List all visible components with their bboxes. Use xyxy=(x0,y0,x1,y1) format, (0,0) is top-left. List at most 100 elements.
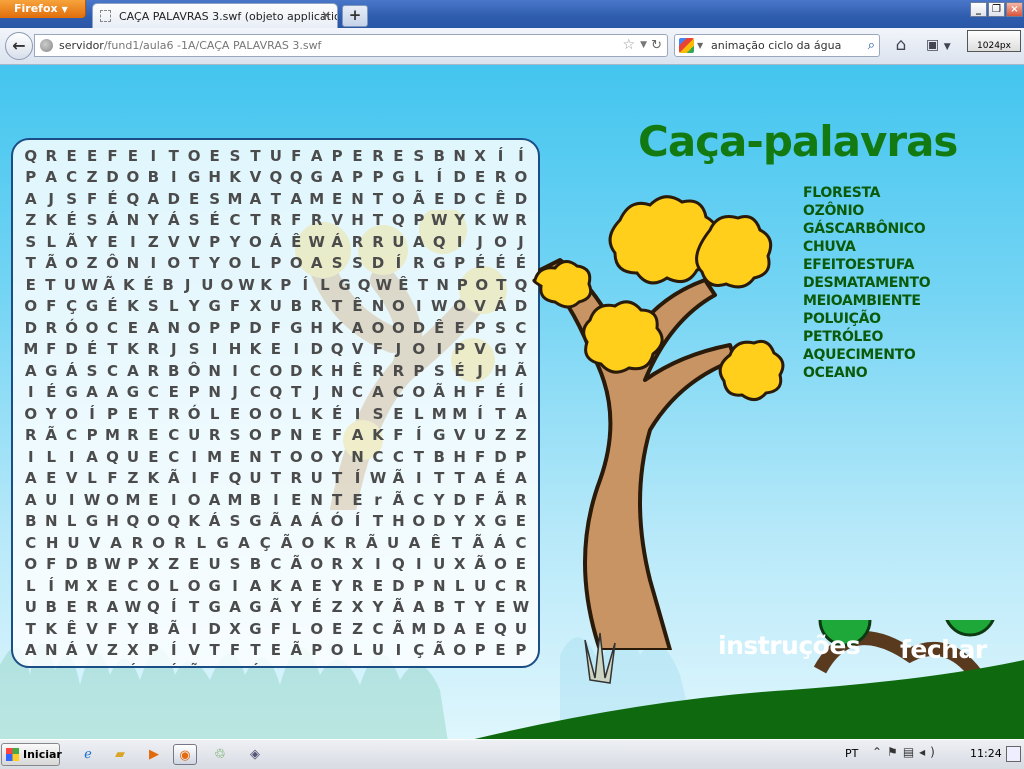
grid-letter[interactable]: A xyxy=(246,190,266,208)
grid-letter[interactable]: O xyxy=(429,663,449,666)
grid-letter[interactable]: I xyxy=(225,577,245,595)
grid-letter[interactable]: T xyxy=(266,190,286,208)
grid-letter[interactable]: V xyxy=(82,620,102,638)
grid-letter[interactable]: S xyxy=(21,233,41,251)
grid-letter[interactable]: M xyxy=(103,426,123,444)
grid-letter[interactable]: V xyxy=(327,211,347,229)
grid-letter[interactable]: Q xyxy=(511,276,531,294)
grid-letter[interactable]: É xyxy=(246,663,266,666)
grid-letter[interactable]: E xyxy=(348,663,368,666)
grid-letter[interactable]: S xyxy=(225,555,245,573)
grid-letter[interactable]: W xyxy=(80,276,100,294)
grid-letter[interactable]: Ê xyxy=(429,319,449,337)
grid-letter[interactable]: Ã xyxy=(511,362,531,380)
grid-letter[interactable]: R xyxy=(144,340,164,358)
grid-letter[interactable]: E xyxy=(62,598,82,616)
grid-letter[interactable]: É xyxy=(491,254,511,272)
grid-letter[interactable]: L xyxy=(21,577,41,595)
grid-letter[interactable]: F xyxy=(286,211,306,229)
grid-letter[interactable]: O xyxy=(184,491,204,509)
grid-letter[interactable]: Ã xyxy=(429,641,449,659)
grid-letter[interactable]: Ã xyxy=(286,555,306,573)
grid-letter[interactable]: Á xyxy=(103,211,123,229)
grid-letter[interactable]: P xyxy=(276,276,296,294)
grid-letter[interactable]: E xyxy=(184,555,204,573)
grid-letter[interactable]: A xyxy=(307,254,327,272)
grid-letter[interactable]: Ê xyxy=(286,233,306,251)
grid-letter[interactable]: Y xyxy=(327,448,347,466)
grid-letter[interactable]: C xyxy=(348,383,368,401)
grid-letter[interactable]: P xyxy=(450,254,470,272)
grid-letter[interactable]: É xyxy=(327,405,347,423)
grid-letter[interactable]: J xyxy=(470,362,490,380)
grid-letter[interactable]: Á xyxy=(62,362,82,380)
grid-letter[interactable]: E xyxy=(450,319,470,337)
grid-letter[interactable]: A xyxy=(225,598,245,616)
grid-letter[interactable]: X xyxy=(225,620,245,638)
grid-letter[interactable]: W xyxy=(82,491,102,509)
grid-letter[interactable]: H xyxy=(491,362,511,380)
grid-letter[interactable]: Ã xyxy=(389,620,409,638)
grid-letter[interactable]: A xyxy=(21,362,41,380)
grid-letter[interactable]: P xyxy=(184,383,204,401)
grid-letter[interactable]: Z xyxy=(82,168,102,186)
app-icon[interactable]: ◈ xyxy=(243,744,267,765)
grid-letter[interactable]: R xyxy=(368,147,388,165)
grid-letter[interactable]: O xyxy=(144,577,164,595)
grid-letter[interactable]: T xyxy=(368,190,388,208)
grid-letter[interactable]: D xyxy=(62,340,82,358)
grid-letter[interactable]: Ã xyxy=(491,491,511,509)
grid-letter[interactable]: T xyxy=(164,147,184,165)
grid-letter[interactable]: D xyxy=(62,555,82,573)
grid-letter[interactable]: J xyxy=(470,233,490,251)
grid-letter[interactable]: I xyxy=(389,641,409,659)
grid-letter[interactable]: G xyxy=(41,362,61,380)
grid-letter[interactable]: R xyxy=(123,426,143,444)
internet-explorer-icon[interactable]: ℯ xyxy=(76,744,100,765)
grid-letter[interactable]: E xyxy=(123,147,143,165)
grid-letter[interactable]: O xyxy=(217,276,237,294)
grid-letter[interactable]: E xyxy=(511,512,531,530)
grid-letter[interactable]: Ã xyxy=(389,598,409,616)
grid-letter[interactable]: C xyxy=(409,491,429,509)
grid-letter[interactable]: N xyxy=(205,383,225,401)
grid-letter[interactable]: E xyxy=(307,577,327,595)
grid-letter[interactable]: I xyxy=(409,297,429,315)
grid-letter[interactable]: K xyxy=(225,168,245,186)
grid-letter[interactable]: T xyxy=(327,469,347,487)
grid-letter[interactable]: D xyxy=(389,577,409,595)
grid-letter[interactable]: O xyxy=(246,405,266,423)
grid-letter[interactable]: O xyxy=(21,297,41,315)
grid-letter[interactable]: S xyxy=(144,297,164,315)
grid-letter[interactable]: V xyxy=(246,168,266,186)
grid-letter[interactable]: G xyxy=(389,168,409,186)
grid-letter[interactable]: S xyxy=(225,512,245,530)
grid-letter[interactable]: I xyxy=(21,383,41,401)
grid-letter[interactable]: E xyxy=(144,426,164,444)
grid-letter[interactable]: A xyxy=(82,383,102,401)
grid-letter[interactable]: Q xyxy=(123,512,143,530)
grid-letter[interactable]: Y xyxy=(225,233,245,251)
grid-letter[interactable]: Y xyxy=(144,211,164,229)
grid-letter[interactable]: N xyxy=(307,491,327,509)
grid-letter[interactable]: V xyxy=(164,233,184,251)
grid-letter[interactable]: O xyxy=(307,448,327,466)
grid-letter[interactable]: É xyxy=(450,362,470,380)
grid-letter[interactable]: Y xyxy=(450,211,470,229)
grid-letter[interactable]: R xyxy=(170,534,190,552)
grid-letter[interactable]: L xyxy=(205,405,225,423)
grid-letter[interactable]: D xyxy=(409,319,429,337)
grid-letter[interactable]: D xyxy=(450,168,470,186)
grid-letter[interactable]: D xyxy=(103,168,123,186)
grid-letter[interactable]: O xyxy=(266,405,286,423)
grid-letter[interactable]: X xyxy=(470,147,490,165)
grid-letter[interactable]: K xyxy=(470,211,490,229)
grid-letter[interactable]: Í xyxy=(389,254,409,272)
grid-letter[interactable]: Ç xyxy=(62,297,82,315)
grid-letter[interactable]: W xyxy=(429,297,449,315)
grid-letter[interactable]: Q xyxy=(389,555,409,573)
grid-letter[interactable]: K xyxy=(123,297,143,315)
grid-letter[interactable]: O xyxy=(225,254,245,272)
grid-letter[interactable]: O xyxy=(491,555,511,573)
grid-letter[interactable]: I xyxy=(164,491,184,509)
